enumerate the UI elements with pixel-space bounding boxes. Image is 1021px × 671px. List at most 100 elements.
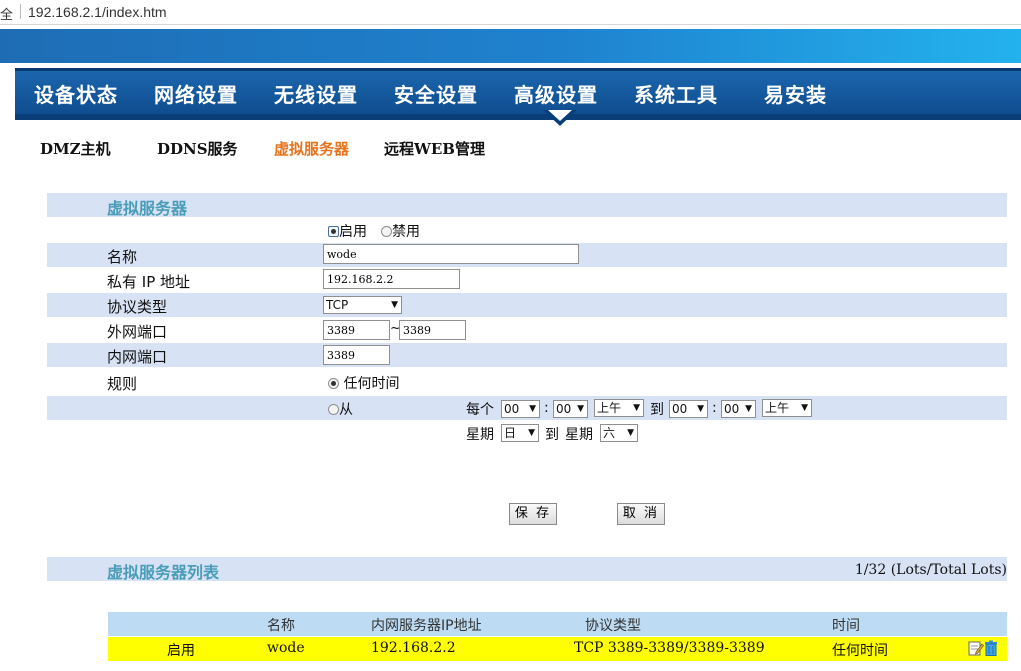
cancel-button[interactable]: 取 消 <box>617 503 665 525</box>
start-ampm-value: 上午 <box>597 401 622 415</box>
enable-radio[interactable] <box>328 226 339 237</box>
end-hour-value: 00 <box>672 402 688 416</box>
week-start-value: 日 <box>504 426 517 440</box>
chevron-down-icon: ▼ <box>391 300 398 310</box>
ext-port-from-input[interactable] <box>323 320 390 340</box>
ext-port-to-input[interactable] <box>399 320 466 340</box>
chevron-down-icon: ▼ <box>697 404 704 414</box>
subnav-virtual-server[interactable]: 虚拟服务器 <box>274 138 349 159</box>
disable-radio[interactable] <box>381 226 392 237</box>
name-input[interactable] <box>323 244 579 264</box>
start-min-select[interactable]: 00 ▼ <box>553 400 588 418</box>
chevron-down-icon: ▼ <box>633 403 640 413</box>
row-name: wode <box>267 640 305 656</box>
nav-wireless-settings[interactable]: 无线设置 <box>274 79 358 108</box>
ext-port-label: 外网端口 <box>107 323 168 341</box>
row-status: 启用 <box>167 643 195 659</box>
start-hour-select[interactable]: 00 ▼ <box>501 400 540 418</box>
end-min-value: 00 <box>724 402 740 416</box>
start-min-value: 00 <box>556 402 572 416</box>
week-to-label: 到 <box>545 427 559 443</box>
enable-row: 启用 禁用 <box>47 218 1007 242</box>
enable-option[interactable]: 启用 <box>328 221 367 241</box>
week-label: 星期 <box>466 427 494 443</box>
delete-icon[interactable] <box>984 640 998 660</box>
protocol-select[interactable]: TCP ▼ <box>323 296 402 314</box>
row-time: 任何时间 <box>832 643 888 659</box>
disable-option[interactable]: 禁用 <box>381 221 420 241</box>
list-title: 虚拟服务器列表 <box>107 563 220 582</box>
int-port-input[interactable] <box>323 345 390 365</box>
table-row[interactable]: 启用 wode 192.168.2.2 TCP 3389-3389/3389-3… <box>108 637 1007 661</box>
chevron-down-icon: ▼ <box>577 404 584 414</box>
header-name: 名称 <box>267 618 295 634</box>
anytime-radio[interactable] <box>328 378 339 389</box>
nav-system-tools[interactable]: 系统工具 <box>634 79 718 108</box>
name-label: 名称 <box>107 248 138 266</box>
security-indicator[interactable]: 全 <box>0 4 13 23</box>
list-header: 名称 内网服务器IP地址 协议类型 时间 <box>108 612 1007 636</box>
start-ampm-select[interactable]: 上午 ▼ <box>594 399 644 417</box>
browser-address-bar[interactable]: 全 192.168.2.1/index.htm <box>0 0 1021 25</box>
end-ampm-value: 上午 <box>765 401 790 415</box>
url-text[interactable]: 192.168.2.1/index.htm <box>28 4 167 20</box>
active-nav-pointer-inner <box>548 110 572 121</box>
rule-label: 规则 <box>107 375 138 393</box>
start-hour-value: 00 <box>504 402 520 416</box>
anytime-label: 任何时间 <box>343 376 400 392</box>
header-time: 时间 <box>832 618 860 634</box>
ip-input[interactable] <box>323 269 460 289</box>
header-ip: 内网服务器IP地址 <box>371 618 482 634</box>
from-radio[interactable] <box>328 404 339 415</box>
nav-security-settings[interactable]: 安全设置 <box>394 79 478 108</box>
ip-row: 私有 IP 地址 <box>47 268 1007 292</box>
enable-label: 启用 <box>339 224 367 240</box>
from-option[interactable]: 从 <box>328 399 353 419</box>
time-colon-2: : <box>712 400 717 416</box>
disable-label: 禁用 <box>392 224 420 240</box>
chevron-down-icon: ▼ <box>528 428 535 438</box>
main-nav: 设备状态 网络设置 无线设置 安全设置 高级设置 系统工具 易安装 <box>15 68 1021 120</box>
anytime-option[interactable]: 任何时间 <box>328 373 399 393</box>
int-port-row: 内网端口 <box>47 343 1007 367</box>
chevron-down-icon: ▼ <box>801 403 808 413</box>
nav-underline <box>15 114 1021 120</box>
row-protocol: TCP 3389-3389/3389-3389 <box>574 640 765 656</box>
end-min-select[interactable]: 00 ▼ <box>721 400 756 418</box>
week-end-select[interactable]: 六 ▼ <box>600 424 638 442</box>
chevron-down-icon: ▼ <box>627 428 634 438</box>
ip-label: 私有 IP 地址 <box>107 273 191 291</box>
protocol-row: 协议类型 <box>47 293 1007 317</box>
header-protocol: 协议类型 <box>585 618 641 634</box>
from-label: 从 <box>339 402 353 418</box>
subnav-ddns[interactable]: DDNS服务 <box>157 138 238 159</box>
subnav-dmz-host[interactable]: DMZ主机 <box>40 138 111 159</box>
nav-device-status[interactable]: 设备状态 <box>34 79 118 108</box>
form-title: 虚拟服务器 <box>107 199 188 218</box>
nav-network-settings[interactable]: 网络设置 <box>154 79 238 108</box>
address-bar-divider <box>20 4 21 19</box>
ext-port-row: 外网端口 <box>47 318 1007 342</box>
protocol-label: 协议类型 <box>107 298 168 316</box>
int-port-label: 内网端口 <box>107 348 168 366</box>
to-label: 到 <box>650 402 664 418</box>
end-ampm-select[interactable]: 上午 ▼ <box>762 399 812 417</box>
subnav-remote-web[interactable]: 远程WEB管理 <box>384 138 485 159</box>
rule-row: 规则 任何时间 <box>47 371 1007 395</box>
nav-easy-install[interactable]: 易安装 <box>764 79 827 108</box>
week-label-2: 星期 <box>565 427 593 443</box>
edit-icon[interactable] <box>968 640 984 660</box>
time-colon: : <box>544 400 549 416</box>
list-pager: 1/32 (Lots/Total Lots) <box>854 562 1007 578</box>
save-button[interactable]: 保 存 <box>509 503 557 525</box>
form-title-row: 虚拟服务器 <box>47 193 1007 218</box>
nav-advanced-settings[interactable]: 高级设置 <box>514 79 598 108</box>
week-end-value: 六 <box>603 426 616 440</box>
week-start-select[interactable]: 日 ▼ <box>501 424 539 442</box>
chevron-down-icon: ▼ <box>529 404 536 414</box>
chevron-down-icon: ▼ <box>745 404 752 414</box>
every-label: 每个 <box>466 402 494 418</box>
row-ip: 192.168.2.2 <box>371 640 456 656</box>
end-hour-select[interactable]: 00 ▼ <box>669 400 708 418</box>
protocol-value: TCP <box>326 298 349 312</box>
